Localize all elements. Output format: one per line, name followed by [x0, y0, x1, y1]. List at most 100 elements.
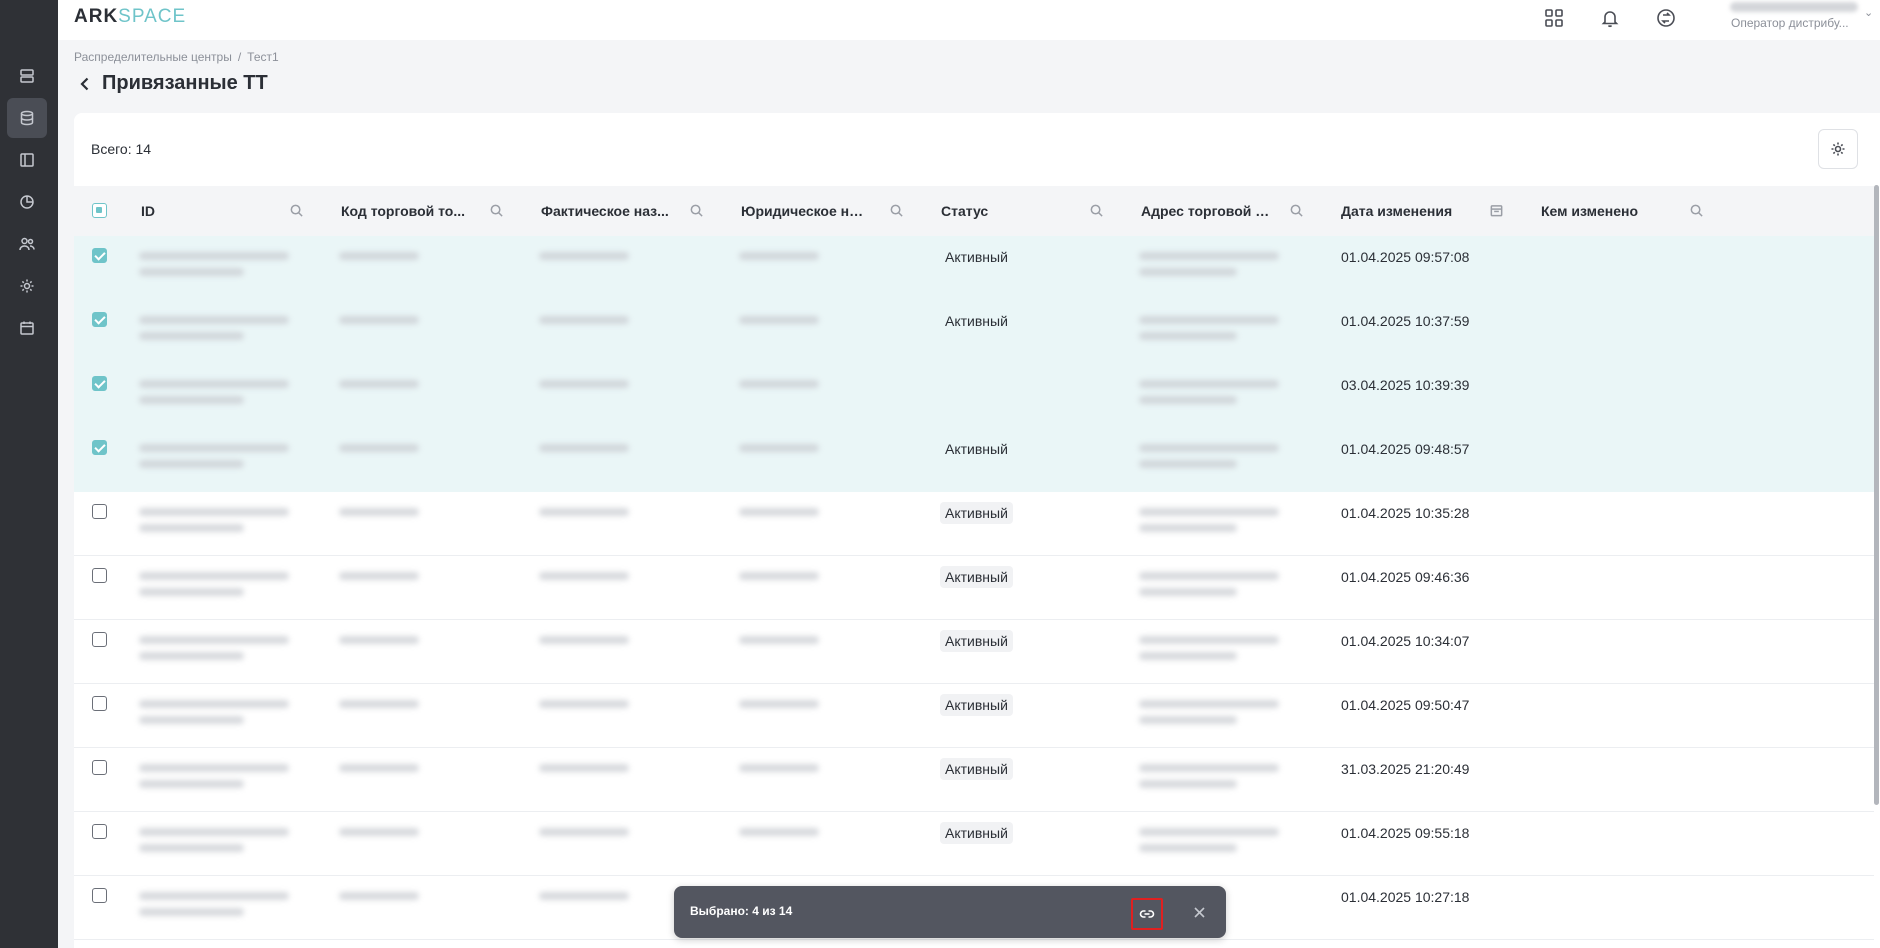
redacted-cell: [539, 892, 629, 900]
search-icon[interactable]: [489, 203, 505, 219]
changed-at-cell: 01.04.2025 10:34:07: [1341, 633, 1470, 649]
redacted-cell: [139, 252, 289, 260]
table-row[interactable]: Активный 01.04.2025 10:35:28: [74, 492, 1874, 556]
redacted-cell: [339, 252, 419, 260]
table-row[interactable]: Активный 01.04.2025 09:48:57: [74, 428, 1874, 492]
redacted-cell: [539, 700, 629, 708]
row-checkbox[interactable]: [92, 504, 107, 519]
breadcrumb-item-distribution-centers[interactable]: Распределительные центры: [74, 50, 232, 64]
redacted-cell: [1139, 652, 1237, 660]
search-icon[interactable]: [689, 203, 705, 219]
table-row[interactable]: Активный 01.04.2025 10:37:59: [74, 300, 1874, 364]
row-checkbox[interactable]: [92, 632, 107, 647]
redacted-cell: [539, 508, 629, 516]
sidebar-item-database[interactable]: [7, 98, 47, 138]
redacted-cell: [739, 316, 819, 324]
apps-grid-icon: [1545, 9, 1563, 27]
sidebar-item-servers[interactable]: [7, 56, 47, 96]
column-header-store-code[interactable]: Код торговой то...: [341, 186, 471, 236]
changed-at-cell: 01.04.2025 10:37:59: [1341, 313, 1470, 329]
column-header-address[interactable]: Адрес торговой т...: [1141, 186, 1271, 236]
changed-at-cell: 03.04.2025 10:39:39: [1341, 377, 1470, 393]
select-all-checkbox[interactable]: [92, 203, 107, 218]
column-label: ID: [141, 203, 155, 219]
app-logo[interactable]: ARKSPACE: [74, 6, 186, 28]
back-button[interactable]: [76, 75, 94, 93]
redacted-cell: [339, 444, 419, 452]
row-checkbox[interactable]: [92, 248, 107, 263]
column-header-id[interactable]: ID: [141, 186, 281, 236]
sync-button[interactable]: [1652, 4, 1680, 32]
sidebar-item-users[interactable]: [7, 224, 47, 264]
server-icon: [20, 69, 34, 83]
row-checkbox[interactable]: [92, 440, 107, 455]
breadcrumb: Распределительные центры / Тест1: [74, 50, 279, 64]
column-header-changed-by[interactable]: Кем изменено: [1541, 186, 1681, 236]
changed-at-cell: 01.04.2025 09:48:57: [1341, 441, 1470, 457]
sync-icon: [1657, 9, 1675, 27]
redacted-cell: [139, 908, 244, 916]
changed-at-cell: 01.04.2025 09:46:36: [1341, 569, 1470, 585]
apps-grid-button[interactable]: [1540, 4, 1568, 32]
row-checkbox[interactable]: [92, 568, 107, 583]
redacted-cell: [139, 444, 289, 452]
redacted-cell: [339, 828, 419, 836]
total-count: Всего: 14: [91, 141, 152, 157]
table-row[interactable]: 03.04.2025 10:39:39: [74, 364, 1874, 428]
search-icon[interactable]: [289, 203, 305, 219]
redacted-cell: [539, 572, 629, 580]
top-bar: ARKSPACE Оператор дистрибу... ⌄: [58, 0, 1880, 40]
table-row[interactable]: Активный 01.04.2025 09:46:36: [74, 556, 1874, 620]
redacted-cell: [339, 764, 419, 772]
row-checkbox[interactable]: [92, 888, 107, 903]
changed-at-cell: 31.03.2025 21:20:49: [1341, 761, 1470, 777]
table-row[interactable]: Активный 01.04.2025 10:34:07: [74, 620, 1874, 684]
redacted-cell: [539, 636, 629, 644]
link-button[interactable]: [1131, 898, 1163, 930]
redacted-cell: [1139, 460, 1237, 468]
close-selection-button[interactable]: [1190, 903, 1208, 921]
search-icon[interactable]: [1289, 203, 1305, 219]
column-header-actual-name[interactable]: Фактическое наз...: [541, 186, 671, 236]
chevron-down-icon[interactable]: ⌄: [1864, 6, 1873, 19]
database-icon: [20, 110, 34, 126]
notifications-button[interactable]: [1596, 4, 1624, 32]
calendar-icon[interactable]: [1489, 203, 1505, 219]
redacted-cell: [139, 828, 289, 836]
redacted-cell: [339, 636, 419, 644]
redacted-cell: [139, 892, 289, 900]
row-checkbox[interactable]: [92, 760, 107, 775]
column-label: Фактическое наз...: [541, 203, 669, 219]
sidebar-item-panels[interactable]: [7, 140, 47, 180]
redacted-cell: [139, 316, 289, 324]
table-row[interactable]: Активный 31.03.2025 21:20:49: [74, 748, 1874, 812]
vertical-scrollbar[interactable]: [1874, 185, 1879, 805]
search-icon[interactable]: [1689, 203, 1705, 219]
row-checkbox[interactable]: [92, 376, 107, 391]
column-header-status[interactable]: Статус: [941, 186, 1071, 236]
search-icon[interactable]: [889, 203, 905, 219]
column-header-legal-name[interactable]: Юридическое наз...: [741, 186, 871, 236]
row-checkbox[interactable]: [92, 696, 107, 711]
redacted-cell: [739, 828, 819, 836]
redacted-cell: [139, 524, 244, 532]
redacted-cell: [339, 892, 419, 900]
row-checkbox[interactable]: [92, 312, 107, 327]
redacted-cell: [1139, 700, 1279, 708]
sidebar-item-calendar[interactable]: [7, 308, 47, 348]
column-label: Дата изменения: [1341, 203, 1453, 219]
column-header-changed-at[interactable]: Дата изменения: [1341, 186, 1481, 236]
sidebar-item-settings[interactable]: [7, 266, 47, 306]
redacted-cell: [1139, 316, 1279, 324]
table-settings-button[interactable]: [1818, 129, 1858, 169]
table-row[interactable]: Активный 01.04.2025 09:50:47: [74, 684, 1874, 748]
table-row[interactable]: Активный 01.04.2025 09:55:18: [74, 812, 1874, 876]
user-role[interactable]: Оператор дистрибу...: [1731, 16, 1849, 30]
search-icon[interactable]: [1089, 203, 1105, 219]
panel-icon: [20, 153, 34, 167]
table-row[interactable]: Активный 01.04.2025 09:57:08: [74, 236, 1874, 300]
sidebar-item-analytics[interactable]: [7, 182, 47, 222]
status-badge: Активный: [940, 566, 1013, 588]
redacted-cell: [139, 396, 244, 404]
row-checkbox[interactable]: [92, 824, 107, 839]
